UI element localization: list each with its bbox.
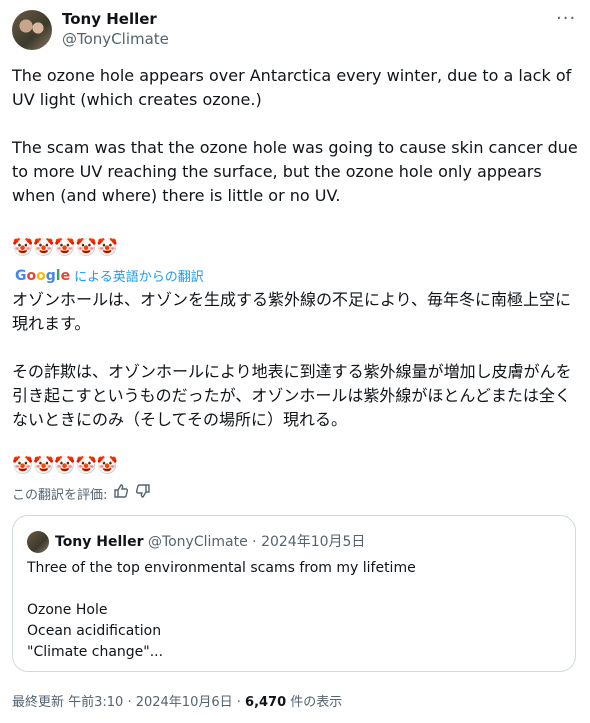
quote-header: Tony Heller @TonyClimate · 2024年10月5日 [55,531,365,551]
rate-label: この翻訳を評価: [12,487,108,503]
clown-emojis: 🤡🤡🤡🤡🤡 [12,238,118,258]
quote-avatar [27,531,49,553]
tweet-text: The ozone hole appears over Antarctica e… [12,64,578,260]
google-logo: Google [15,267,71,284]
tweet-paragraph-2: The scam was that the ozone hole was goi… [12,138,583,205]
author-name[interactable]: Tony Heller [62,10,157,28]
view-count: 6,470 [245,695,287,710]
quote-date: 2024年10月5日 [261,534,366,550]
author-handle[interactable]: @TonyClimate [62,30,169,48]
quote-author-name: Tony Heller [55,534,144,550]
quoted-tweet[interactable]: Tony Heller @TonyClimate · 2024年10月5日 Th… [12,515,576,672]
translation-label[interactable]: による英語からの翻訳 [74,266,204,285]
views-label: 件の表示 [286,695,343,710]
timestamp[interactable]: 最終更新 午前3:10 · 2024年10月6日 · [12,695,245,710]
quote-text: Three of the top environmental scams fro… [27,560,416,660]
more-horizontal-icon[interactable]: ··· [556,8,576,29]
translation-paragraph-1: オゾンホールは、オゾンを生成する紫外線の不足により、毎年冬に南極上空に現れます。 [12,290,572,333]
clown-emojis-translated: 🤡🤡🤡🤡🤡 [12,456,118,476]
author-avatar[interactable] [12,10,52,50]
thumbs-down-icon[interactable] [135,483,151,503]
quote-separator: · [252,534,257,550]
translated-text: オゾンホールは、オゾンを生成する紫外線の不足により、毎年冬に南極上空に現れます。… [12,288,582,478]
translation-attribution[interactable]: Google による英語からの翻訳 [15,266,204,286]
translation-paragraph-2: その詐欺は、オゾンホールにより地表に到達する紫外線量が増加し皮膚がんを引き起こす… [12,362,572,429]
tweet-paragraph-1: The ozone hole appears over Antarctica e… [12,66,577,109]
tweet-footer: 最終更新 午前3:10 · 2024年10月6日 · 6,470 件の表示 [12,691,342,710]
quote-author-handle: @TonyClimate [147,534,248,550]
rate-translation: この翻訳を評価: [12,483,151,503]
thumbs-up-icon[interactable] [113,483,129,503]
